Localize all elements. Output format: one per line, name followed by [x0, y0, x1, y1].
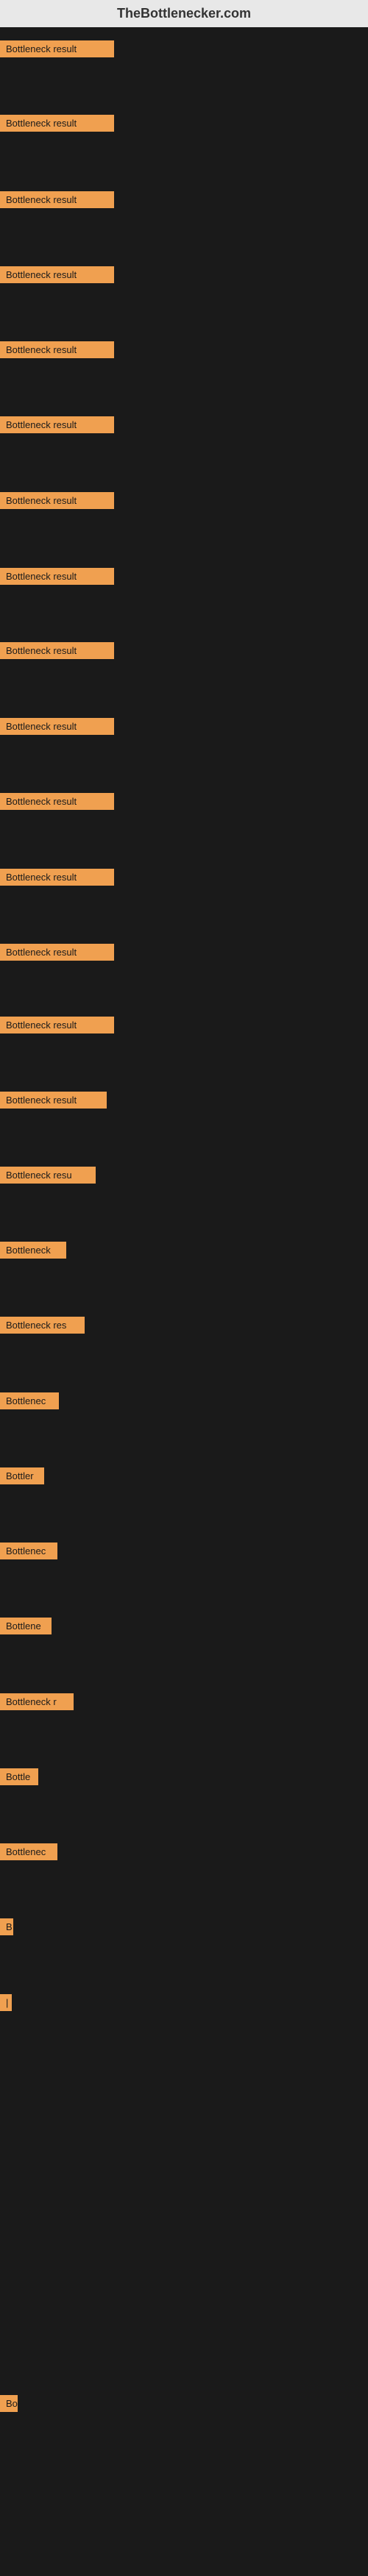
- list-item: Bottleneck: [0, 1240, 368, 1264]
- spacer: [0, 293, 368, 335]
- bottleneck-result-label: Bottleneck result: [0, 568, 114, 585]
- spacer: [0, 368, 368, 410]
- bottleneck-result-label: B: [0, 1918, 13, 1935]
- bottleneck-result-label: Bottleneck resu: [0, 1167, 96, 1184]
- bottleneck-result-label: Bottlenec: [0, 1392, 59, 1409]
- bottleneck-result-label: |: [0, 1994, 12, 2011]
- spacer: [0, 2021, 368, 2389]
- spacer: [0, 141, 368, 185]
- spacer: [0, 669, 368, 712]
- list-item: Bottleneck result: [0, 340, 368, 363]
- site-title: TheBottlenecker.com: [0, 0, 368, 27]
- spacer: [0, 1569, 368, 1612]
- list-item: Bottleneck result: [0, 113, 368, 137]
- spacer: [0, 744, 368, 787]
- bottleneck-result-label: Bottleneck result: [0, 492, 114, 509]
- list-item: Bottle: [0, 1767, 368, 1790]
- list-item: Bottleneck result: [0, 491, 368, 514]
- bottleneck-result-label: Bottleneck result: [0, 341, 114, 358]
- bottleneck-result-label: Bottlenec: [0, 1543, 57, 1559]
- spacer: [0, 1795, 368, 1837]
- bottleneck-result-label: Bottleneck res: [0, 1317, 85, 1334]
- spacer: [0, 1268, 368, 1311]
- list-item: Bottleneck r: [0, 1692, 368, 1715]
- bottleneck-result-label: Bottleneck result: [0, 642, 114, 659]
- spacer: [0, 819, 368, 863]
- bottleneck-result-label: Bottleneck result: [0, 1017, 114, 1033]
- spacer: [0, 1193, 368, 1236]
- list-item: Bo: [0, 2394, 368, 2417]
- spacer: [0, 67, 368, 109]
- site-header: TheBottlenecker.com: [0, 0, 368, 27]
- list-item: Bottleneck result: [0, 566, 368, 590]
- list-item: Bottleneck result: [0, 39, 368, 63]
- bottleneck-result-label: Bottleneck result: [0, 944, 114, 961]
- list-item: Bottleneck result: [0, 791, 368, 815]
- list-item: Bottlene: [0, 1616, 368, 1640]
- spacer: [0, 1343, 368, 1387]
- list-item: Bottleneck result: [0, 190, 368, 213]
- list-item: Bottleneck result: [0, 867, 368, 891]
- list-item: |: [0, 1993, 368, 2016]
- spacer: [0, 519, 368, 562]
- bottleneck-result-label: Bottleneck: [0, 1242, 66, 1259]
- list-item: Bottlenec: [0, 1842, 368, 1865]
- bottleneck-result-label: Bottleneck result: [0, 416, 114, 433]
- list-item: Bottlenec: [0, 1541, 368, 1565]
- spacer: [0, 1118, 368, 1161]
- spacer: [0, 594, 368, 636]
- spacer: [0, 970, 368, 1011]
- bottleneck-result-label: Bottleneck result: [0, 115, 114, 132]
- spacer: [0, 218, 368, 260]
- spacer: [0, 895, 368, 938]
- spacer: [0, 1644, 368, 1687]
- bottleneck-result-label: Bottleneck result: [0, 793, 114, 810]
- spacer: [0, 1494, 368, 1537]
- spacer: [0, 1945, 368, 1988]
- bottleneck-result-label: Bottler: [0, 1467, 44, 1484]
- bottleneck-result-label: Bottleneck result: [0, 191, 114, 208]
- spacer: [0, 443, 368, 486]
- bottleneck-result-label: Bottle: [0, 1768, 38, 1785]
- list-item: Bottlenec: [0, 1391, 368, 1415]
- bottleneck-result-label: Bo: [0, 2395, 18, 2412]
- list-item: Bottleneck result: [0, 942, 368, 966]
- bottleneck-result-label: Bottlenec: [0, 1843, 57, 1860]
- bottleneck-result-label: Bottleneck result: [0, 40, 114, 57]
- spacer: [0, 1043, 368, 1086]
- bottleneck-result-label: Bottleneck result: [0, 266, 114, 283]
- content-area: Bottleneck result Bottleneck result Bottle…: [0, 27, 368, 2576]
- final-spacer: [0, 2422, 368, 2569]
- list-item: Bottleneck result: [0, 641, 368, 664]
- list-item: Bottleneck result: [0, 1090, 368, 1114]
- bottleneck-result-label: Bottleneck result: [0, 1092, 107, 1109]
- spacer: [0, 1870, 368, 1913]
- list-item: Bottleneck result: [0, 265, 368, 288]
- bottleneck-result-label: Bottleneck result: [0, 869, 114, 886]
- list-item: Bottleneck res: [0, 1315, 368, 1339]
- spacer: [0, 1419, 368, 1462]
- list-item: Bottler: [0, 1466, 368, 1490]
- spacer: [0, 1720, 368, 1762]
- bottleneck-result-label: Bottleneck r: [0, 1693, 74, 1710]
- list-item: B: [0, 1917, 368, 1940]
- bottleneck-result-label: Bottlene: [0, 1618, 52, 1634]
- list-item: Bottleneck result: [0, 415, 368, 438]
- list-item: Bottleneck result: [0, 1015, 368, 1039]
- bottleneck-result-label: Bottleneck result: [0, 718, 114, 735]
- list-item: Bottleneck result: [0, 716, 368, 740]
- list-item: Bottleneck resu: [0, 1165, 368, 1189]
